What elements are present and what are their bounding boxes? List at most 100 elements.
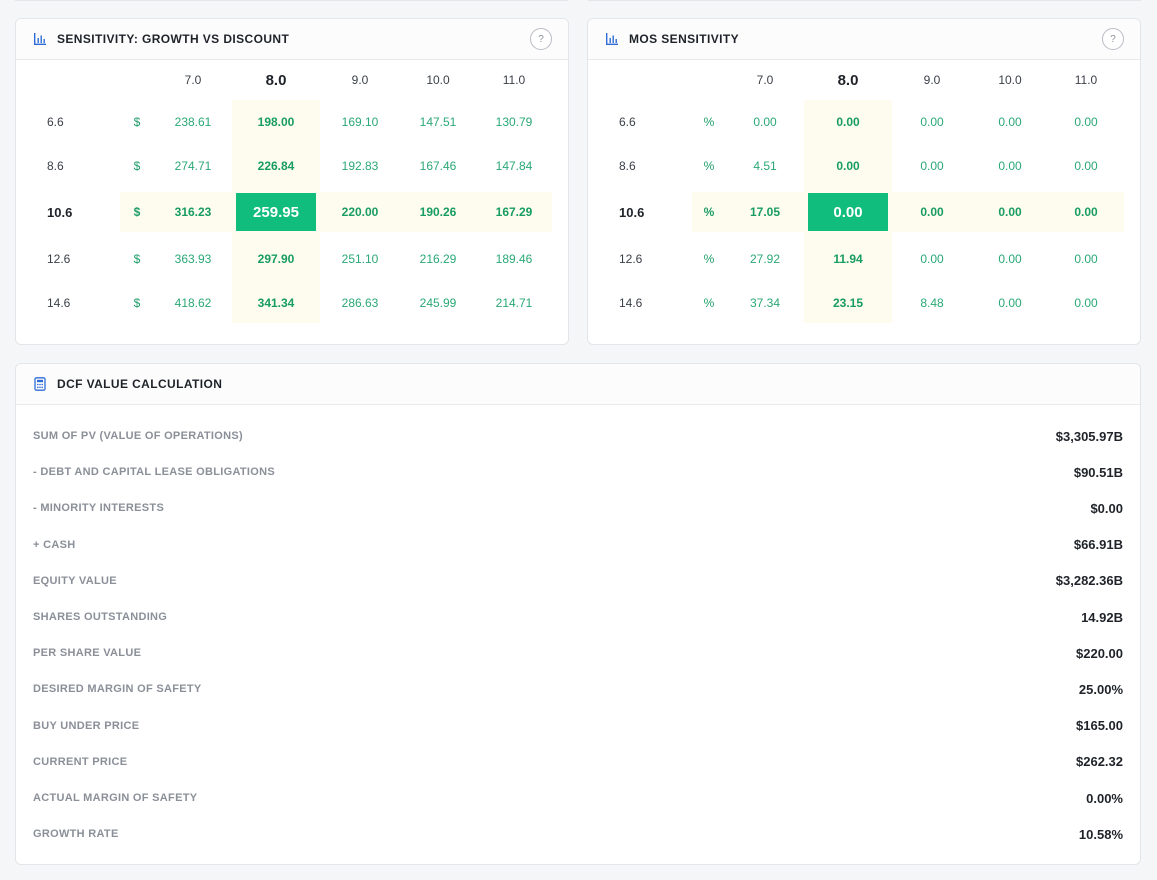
- unit-symbol: %: [703, 115, 715, 129]
- table-row: 10.6% 17.05 0.00 0.00 0.00 0.00: [588, 192, 1140, 232]
- unit-symbol: %: [703, 296, 715, 310]
- table-row: 8.6% 4.51 0.00 0.00 0.00 0.00: [588, 146, 1140, 186]
- card-header: MOS SENSITIVITY ?: [588, 19, 1140, 60]
- column-header: 9.0: [923, 73, 941, 87]
- table-cell: 0.00: [920, 205, 944, 219]
- row-header: 12.6: [619, 252, 643, 266]
- table-cell: 286.63: [341, 296, 379, 310]
- column-header-row: 7.0 8.0 9.0 10.0 11.0: [16, 61, 568, 99]
- dcf-label: DESIRED MARGIN OF SAFETY: [33, 683, 202, 696]
- dcf-label: SHARES OUTSTANDING: [33, 611, 168, 623]
- dcf-label: CURRENT PRICE: [33, 755, 128, 768]
- row-header: 8.6: [47, 159, 64, 173]
- table-cell: 214.71: [495, 296, 533, 310]
- dcf-label: BUY UNDER PRICE: [33, 719, 140, 732]
- dcf-value: $3,282.36B: [1055, 573, 1123, 589]
- table-cell: 0.00: [998, 205, 1022, 219]
- table-cell: 216.29: [419, 252, 457, 266]
- dcf-label: + CASH: [33, 538, 76, 551]
- unit-symbol: %: [703, 252, 715, 266]
- table-cell: 341.34: [257, 296, 295, 310]
- table-cell: 147.51: [419, 115, 457, 129]
- table-row: 8.6 $274.71 226.84 192.83 167.46 147.84: [16, 146, 568, 186]
- dcf-value: $66.91B: [1073, 537, 1123, 553]
- column-header: 11.0: [502, 73, 526, 87]
- table-cell: 4.51: [753, 159, 777, 173]
- unit-symbol: %: [703, 205, 715, 219]
- dcf-label: PER SHARE VALUE: [33, 647, 142, 660]
- table-cell: 259.95: [253, 203, 299, 221]
- dcf-value: $90.51B: [1073, 464, 1123, 480]
- table-cell: 0.00: [833, 203, 863, 221]
- table-cell: 167.29: [495, 205, 533, 219]
- dcf-value-calculation-card: DCF VALUE CALCULATION SUM OF PV (VALUE O…: [15, 363, 1141, 865]
- dcf-row: - MINORITY INTERESTS $0.00: [16, 490, 1140, 526]
- table-cell: 147.84: [495, 159, 533, 173]
- table-cell: 0.00: [1074, 296, 1098, 310]
- table-cell: 418.62: [174, 296, 212, 310]
- row-header: 6.6: [619, 115, 636, 129]
- dcf-value: 14.92B: [1081, 609, 1123, 625]
- table-cell: 11.94: [833, 252, 863, 266]
- table-cell: 189.46: [495, 252, 533, 266]
- table-cell: 17.05: [749, 205, 781, 219]
- column-header: 11.0: [1074, 73, 1098, 87]
- row-header: 8.6: [619, 159, 636, 173]
- table-cell: 274.71: [174, 159, 212, 173]
- table-cell: 0.00: [920, 115, 944, 129]
- dcf-row: GROWTH RATE 10.58%: [16, 816, 1140, 852]
- table-cell: 0.00: [920, 159, 944, 173]
- dcf-row: SHARES OUTSTANDING 14.92B: [16, 599, 1140, 635]
- help-button[interactable]: ?: [1102, 28, 1124, 50]
- row-header: 10.6: [619, 204, 645, 220]
- bar-chart-icon: [33, 32, 47, 46]
- dcf-value: 10.58%: [1078, 826, 1123, 842]
- dcf-label: ACTUAL MARGIN OF SAFETY: [33, 792, 198, 804]
- dcf-value: 25.00%: [1078, 681, 1123, 697]
- table-cell: 0.00: [1074, 252, 1098, 266]
- table-cell: 8.48: [920, 296, 944, 310]
- mos-sensitivity-card: MOS SENSITIVITY ? 7.0 8.0 9.0 10.0 11.0 6.6% 0…: [587, 18, 1141, 345]
- dcf-row: + CASH $66.91B: [16, 527, 1140, 563]
- help-button[interactable]: ?: [530, 28, 552, 50]
- unit-symbol: $: [133, 159, 141, 173]
- row-header: 6.6: [47, 115, 64, 129]
- table-cell: 169.10: [341, 115, 379, 129]
- column-header: 7.0: [184, 73, 202, 87]
- table-cell: 37.34: [749, 296, 781, 310]
- table-cell: 23.15: [832, 296, 864, 310]
- dcf-value: $165.00: [1076, 718, 1123, 734]
- table-row: 6.6% 0.00 0.00 0.00 0.00 0.00: [588, 102, 1140, 142]
- dcf-row: DESIRED MARGIN OF SAFETY 25.00%: [16, 671, 1140, 707]
- table-cell: 130.79: [495, 115, 533, 129]
- table-row: 12.6 $363.93 297.90 251.10 216.29 189.46: [16, 239, 568, 279]
- table-cell: 363.93: [174, 252, 212, 266]
- bar-chart-icon: [605, 32, 619, 46]
- dcf-row: EQUITY VALUE $3,282.36B: [16, 563, 1140, 599]
- dcf-label: SUM OF PV (VALUE OF OPERATIONS): [33, 430, 243, 442]
- row-header: 14.6: [47, 296, 71, 310]
- table-cell: 316.23: [174, 205, 212, 219]
- calculator-icon: [33, 377, 47, 391]
- card-header: DCF VALUE CALCULATION: [16, 364, 1140, 405]
- table-cell: 251.10: [341, 252, 379, 266]
- dcf-row: BUY UNDER PRICE $165.00: [16, 708, 1140, 744]
- previous-card-edge: [15, 0, 568, 1]
- table-cell: 226.84: [257, 159, 295, 173]
- table-cell: 0.00: [1074, 159, 1098, 173]
- table-cell: 0.00: [998, 159, 1022, 173]
- card-title: SENSITIVITY: GROWTH VS DISCOUNT: [57, 32, 290, 46]
- dcf-value: $3,305.97B: [1055, 428, 1123, 444]
- row-header: 10.6: [47, 204, 73, 220]
- column-header: 9.0: [351, 73, 369, 87]
- table-cell: 0.00: [836, 115, 860, 129]
- table-row: 10.6 $316.23 259.95 220.00 190.26 167.29: [16, 192, 568, 232]
- dcf-row: - DEBT AND CAPITAL LEASE OBLIGATIONS $90.…: [16, 454, 1140, 490]
- table-cell: 0.00: [920, 252, 944, 266]
- table-cell: 0.00: [998, 252, 1022, 266]
- table-cell: 0.00: [998, 115, 1022, 129]
- table-row: 14.6% 37.34 23.15 8.48 0.00 0.00: [588, 283, 1140, 323]
- table-cell: 0.00: [836, 159, 860, 173]
- table-cell: 198.00: [257, 115, 295, 129]
- table-cell: 245.99: [419, 296, 457, 310]
